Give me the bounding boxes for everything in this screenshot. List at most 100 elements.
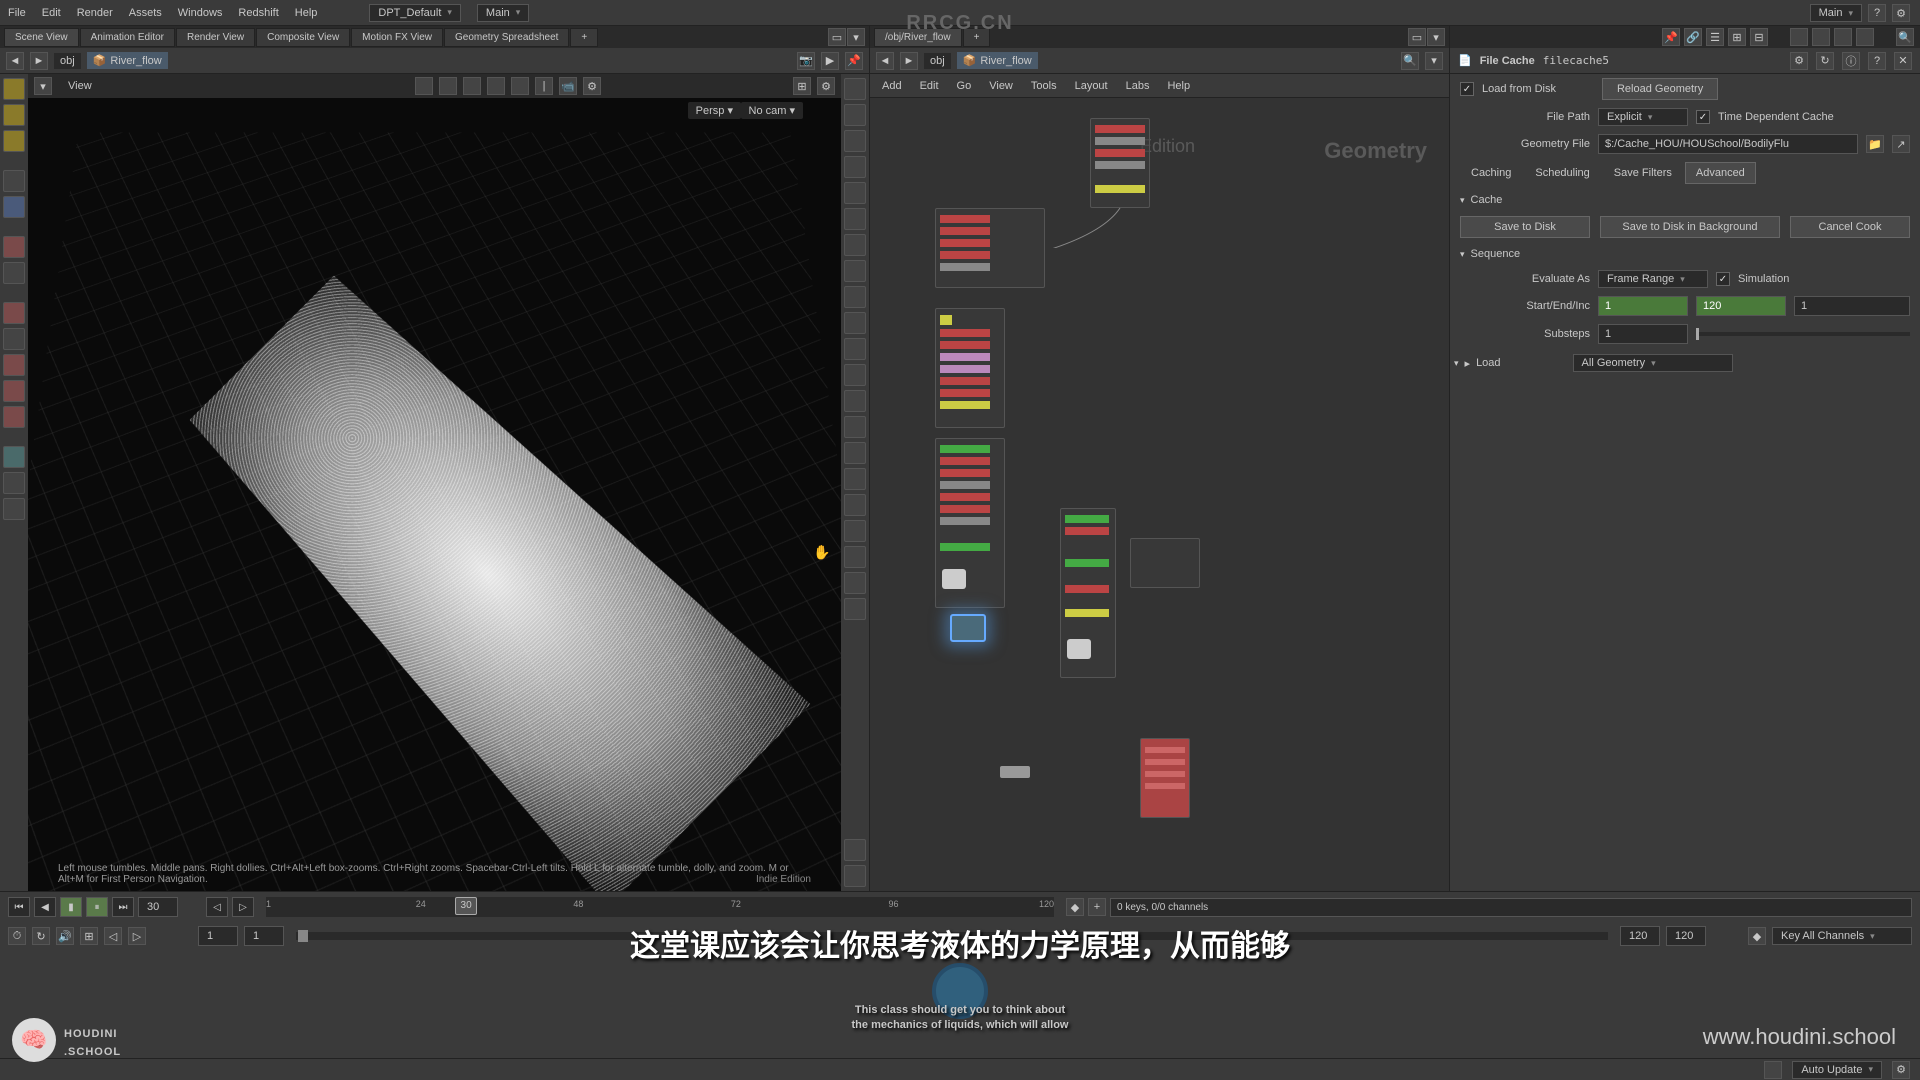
vp-snap-icon[interactable] <box>439 77 457 95</box>
sculpt-tool-icon[interactable] <box>3 380 25 402</box>
evaluate-as-combo[interactable]: Frame Range <box>1598 270 1708 288</box>
timeline-ruler[interactable]: 30 1 24 48 72 96 120 <box>266 897 1054 917</box>
tab-caching[interactable]: Caching <box>1460 162 1522 184</box>
keyframe-add-icon[interactable]: + <box>1088 898 1106 916</box>
display-velo-icon[interactable] <box>844 156 866 178</box>
tab-composite-view[interactable]: Composite View <box>256 28 350 47</box>
vp-light-icon[interactable] <box>511 77 529 95</box>
vp-disp-icon[interactable]: | <box>535 77 553 95</box>
save-to-disk-button[interactable]: Save to Disk <box>1460 216 1590 238</box>
geometry-file-field[interactable]: $:/Cache_HOU/HOUSchool/BodilyFlu <box>1598 134 1858 154</box>
status-opt-icon[interactable]: ⚙ <box>1892 1061 1910 1079</box>
node-opts-icon[interactable]: ▾ <box>1425 52 1443 70</box>
node-menu-help[interactable]: Help <box>1161 80 1196 92</box>
node-nav-fwd-icon[interactable]: ► <box>900 52 918 70</box>
node-menu-add[interactable]: Add <box>876 80 908 92</box>
range-start-field[interactable]: 1 <box>198 926 238 946</box>
param-help-icon[interactable]: ? <box>1868 52 1886 70</box>
substeps-field[interactable]: 1 <box>1598 324 1688 344</box>
paint-tool-icon[interactable] <box>3 328 25 350</box>
display-help-icon[interactable] <box>844 865 866 887</box>
node-pane-max-icon[interactable]: ▭ <box>1408 28 1426 46</box>
realtime-icon[interactable]: ⏱ <box>8 927 26 945</box>
load-from-disk-check[interactable] <box>1460 82 1474 96</box>
display-opt11-icon[interactable] <box>844 598 866 620</box>
brush-tool-icon[interactable] <box>3 354 25 376</box>
cache-section[interactable]: Cache <box>1450 188 1920 212</box>
vp-shade-icon[interactable] <box>487 77 505 95</box>
range-prev-icon[interactable]: ◁ <box>104 927 122 945</box>
menu-assets[interactable]: Assets <box>129 7 162 19</box>
end-field[interactable]: 120 <box>1696 296 1786 316</box>
playhead[interactable]: 30 <box>455 897 477 915</box>
vp-opts-icon[interactable]: ⚙ <box>583 77 601 95</box>
play-button[interactable]: ⏸ <box>86 897 108 917</box>
lock-tool-icon[interactable] <box>3 196 25 218</box>
view-menu-icon[interactable]: ▾ <box>34 77 52 95</box>
current-frame-field[interactable]: 30 <box>138 897 178 917</box>
display-opt3-icon[interactable] <box>844 364 866 386</box>
display-wire-icon[interactable] <box>844 208 866 230</box>
path-node[interactable]: 📦 River_flow <box>87 52 168 69</box>
param-grid2-icon[interactable]: ⊟ <box>1750 28 1768 46</box>
param-o1-icon[interactable] <box>1790 28 1808 46</box>
node-cluster-4[interactable] <box>935 438 1005 608</box>
handles-tool-icon[interactable] <box>3 104 25 126</box>
selected-filecache-node[interactable] <box>950 614 986 642</box>
load-geo-combo[interactable]: All Geometry <box>1573 354 1733 372</box>
menu-help[interactable]: Help <box>295 7 318 19</box>
inspect-tool-icon[interactable] <box>3 446 25 468</box>
display-opt2-icon[interactable] <box>844 338 866 360</box>
tab-add[interactable]: + <box>570 28 598 47</box>
light-tool-icon[interactable] <box>3 498 25 520</box>
range-rend-field[interactable]: 120 <box>1666 926 1706 946</box>
tab-motion-fx[interactable]: Motion FX View <box>351 28 443 47</box>
node-graph[interactable]: Geometry Edition <box>870 98 1449 891</box>
scene-combo-right[interactable]: Main <box>1810 4 1862 22</box>
color-tool-icon[interactable] <box>3 302 25 324</box>
file-browse-icon[interactable]: 📁 <box>1866 135 1884 153</box>
cook-status-icon[interactable] <box>1764 1061 1782 1079</box>
display-uvs-icon[interactable] <box>844 130 866 152</box>
audio-icon[interactable]: 🔊 <box>56 927 74 945</box>
display-points-icon[interactable] <box>844 78 866 100</box>
param-o3-icon[interactable] <box>1834 28 1852 46</box>
node-path-root[interactable]: obj <box>924 53 951 69</box>
snap-grid-tool-icon[interactable] <box>3 236 25 258</box>
tab-scheduling[interactable]: Scheduling <box>1524 162 1600 184</box>
null-node[interactable] <box>1000 766 1030 778</box>
node-menu-tools[interactable]: Tools <box>1025 80 1063 92</box>
vp-expand-icon[interactable]: ⊞ <box>793 77 811 95</box>
display-opt1-icon[interactable] <box>844 312 866 334</box>
load-section[interactable]: ▸ Load All Geometry <box>1450 348 1920 378</box>
param-o2-icon[interactable] <box>1812 28 1830 46</box>
vp-sel-icon[interactable] <box>415 77 433 95</box>
param-search-icon[interactable]: 🔍 <box>1896 28 1914 46</box>
view-label[interactable]: View <box>58 78 102 94</box>
menu-windows[interactable]: Windows <box>178 7 223 19</box>
node-cluster-2[interactable] <box>935 208 1045 288</box>
node-name-field[interactable]: filecache5 <box>1543 54 1609 67</box>
loop-icon[interactable]: ↻ <box>32 927 50 945</box>
vp-grid-icon[interactable] <box>463 77 481 95</box>
cancel-cook-button[interactable]: Cancel Cook <box>1790 216 1910 238</box>
camera-persp-button[interactable]: Persp ▾ <box>688 102 741 119</box>
stop-button[interactable]: ▮ <box>60 897 82 917</box>
param-info-icon[interactable]: ⓘ <box>1842 52 1860 70</box>
file-path-mode-combo[interactable]: Explicit <box>1598 108 1688 126</box>
display-opt5-icon[interactable] <box>844 416 866 438</box>
param-grid-icon[interactable]: ⊞ <box>1728 28 1746 46</box>
snap-prim-tool-icon[interactable] <box>3 262 25 284</box>
move-tool-icon[interactable] <box>3 170 25 192</box>
snapshot-icon[interactable]: 📷 <box>797 52 815 70</box>
3d-viewport[interactable]: ▾ View | 📹 ⚙ ⊞ ⚙ Persp ▾ No cam ▾ <box>28 74 841 891</box>
display-opt4-icon[interactable] <box>844 390 866 412</box>
node-cluster-6[interactable] <box>1130 538 1200 588</box>
key-set-icon[interactable]: ◆ <box>1748 927 1766 945</box>
menu-render[interactable]: Render <box>77 7 113 19</box>
auto-update-combo[interactable]: Auto Update <box>1792 1061 1882 1079</box>
simulation-check[interactable] <box>1716 272 1730 286</box>
node-path-node[interactable]: 📦 River_flow <box>957 52 1038 69</box>
nav-fwd-icon[interactable]: ► <box>30 52 48 70</box>
range-rstart-field[interactable]: 1 <box>244 926 284 946</box>
